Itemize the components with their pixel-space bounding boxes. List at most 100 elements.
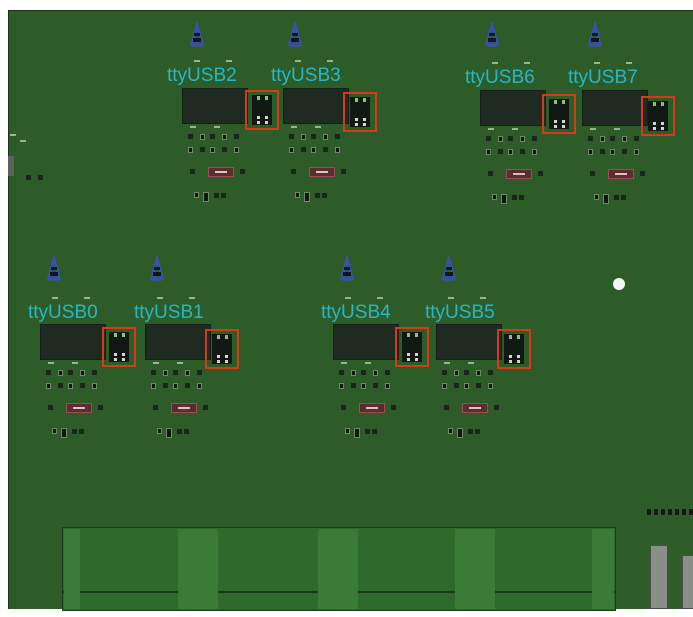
connector-pin bbox=[122, 333, 125, 337]
selected-connector[interactable] bbox=[641, 96, 675, 136]
smd-component bbox=[58, 383, 63, 388]
port-label: ttyUSB5 bbox=[425, 302, 495, 323]
selected-connector[interactable] bbox=[102, 327, 136, 367]
connector-segment bbox=[178, 529, 218, 609]
edge-pad bbox=[10, 134, 16, 136]
edge-component bbox=[8, 156, 14, 176]
usb-serial-chip[interactable] bbox=[480, 90, 546, 126]
smd-component bbox=[454, 383, 459, 388]
smd-component bbox=[501, 194, 507, 204]
port-label: ttyUSB3 bbox=[271, 65, 341, 86]
smd-component bbox=[163, 370, 168, 376]
smd-component bbox=[157, 428, 162, 434]
connector-pin bbox=[661, 122, 664, 125]
smd-component bbox=[323, 147, 328, 152]
connector-pin bbox=[122, 353, 125, 356]
pad bbox=[448, 297, 454, 299]
smd-component bbox=[385, 383, 390, 389]
pad bbox=[194, 60, 200, 62]
resistor bbox=[608, 169, 634, 179]
smd-component bbox=[588, 149, 593, 155]
smd-component bbox=[486, 136, 491, 141]
connector-body bbox=[109, 332, 129, 362]
usb-serial-chip[interactable] bbox=[145, 324, 211, 360]
selected-connector[interactable] bbox=[343, 92, 377, 132]
smd-component bbox=[322, 193, 327, 198]
usb-serial-chip[interactable] bbox=[182, 88, 248, 124]
smd-component bbox=[289, 147, 294, 153]
usb-serial-chip[interactable] bbox=[436, 324, 502, 360]
smd-component bbox=[622, 136, 627, 142]
resistor bbox=[359, 403, 385, 413]
smd-component bbox=[46, 370, 51, 375]
smd-component bbox=[345, 428, 350, 434]
connector-pin bbox=[415, 358, 418, 361]
selected-connector[interactable] bbox=[395, 327, 429, 367]
edge-pad bbox=[26, 175, 31, 180]
connector-pin bbox=[114, 353, 117, 356]
connector-segment bbox=[455, 529, 495, 609]
connector-segment bbox=[64, 529, 80, 609]
pad bbox=[190, 126, 196, 128]
connector-pin bbox=[661, 102, 664, 106]
resistor bbox=[171, 403, 197, 413]
smd-component bbox=[373, 370, 378, 376]
connector-pin bbox=[257, 116, 260, 119]
port-label: ttyUSB4 bbox=[321, 302, 391, 323]
connector-pin bbox=[363, 118, 366, 121]
smd-component bbox=[532, 136, 537, 141]
usb-serial-chip[interactable] bbox=[333, 324, 399, 360]
pad bbox=[341, 362, 347, 364]
connector-pin bbox=[225, 360, 228, 363]
smd-component bbox=[194, 192, 199, 198]
selected-connector[interactable] bbox=[245, 90, 279, 130]
smd-component bbox=[153, 405, 158, 410]
connector-body bbox=[212, 334, 232, 364]
smd-component bbox=[80, 383, 85, 388]
connector-pin bbox=[265, 121, 268, 124]
smd-component bbox=[498, 149, 503, 154]
pad bbox=[524, 62, 530, 64]
smd-component bbox=[72, 429, 77, 434]
connector-body bbox=[252, 95, 272, 125]
smd-component bbox=[151, 383, 156, 389]
smd-component bbox=[92, 383, 97, 389]
connector-pin bbox=[517, 355, 520, 358]
smd-component bbox=[185, 370, 190, 376]
smd-component bbox=[532, 149, 537, 155]
smd-component bbox=[210, 147, 215, 153]
smd-component bbox=[79, 429, 84, 434]
smd-component bbox=[508, 136, 513, 141]
smd-component bbox=[301, 147, 306, 152]
pad bbox=[345, 297, 351, 299]
smd-component bbox=[361, 383, 366, 389]
selected-connector[interactable] bbox=[205, 329, 239, 369]
usb-serial-chip[interactable] bbox=[582, 90, 648, 126]
connector-pin bbox=[114, 358, 117, 361]
cad-viewport[interactable]: ttyUSB2 ttyUSB3 ttyUSB6 ttyUSB7 ttyUSB0 ttyUS… bbox=[0, 0, 693, 617]
connector-segment bbox=[318, 529, 358, 609]
smd-component bbox=[610, 149, 615, 155]
selected-connector[interactable] bbox=[542, 94, 576, 134]
smd-component bbox=[640, 171, 645, 176]
connector-pin bbox=[509, 360, 512, 363]
usb-serial-chip[interactable] bbox=[283, 88, 349, 124]
connector-pin bbox=[661, 127, 664, 130]
connector-pin bbox=[217, 335, 220, 339]
usb-serial-chip[interactable] bbox=[40, 324, 106, 360]
smd-component bbox=[301, 134, 306, 140]
smd-component bbox=[200, 134, 205, 140]
connector-pin bbox=[225, 355, 228, 358]
pad bbox=[315, 126, 321, 128]
smd-component bbox=[373, 383, 378, 388]
smd-component bbox=[315, 193, 320, 198]
connector-pin bbox=[407, 353, 410, 356]
connector-pin bbox=[363, 98, 366, 102]
pad bbox=[594, 62, 600, 64]
selected-connector[interactable] bbox=[497, 329, 531, 369]
resistor bbox=[506, 169, 532, 179]
smd-component bbox=[486, 149, 491, 155]
connector-pin bbox=[265, 96, 268, 100]
smd-component bbox=[185, 383, 190, 388]
smd-component bbox=[197, 370, 202, 375]
